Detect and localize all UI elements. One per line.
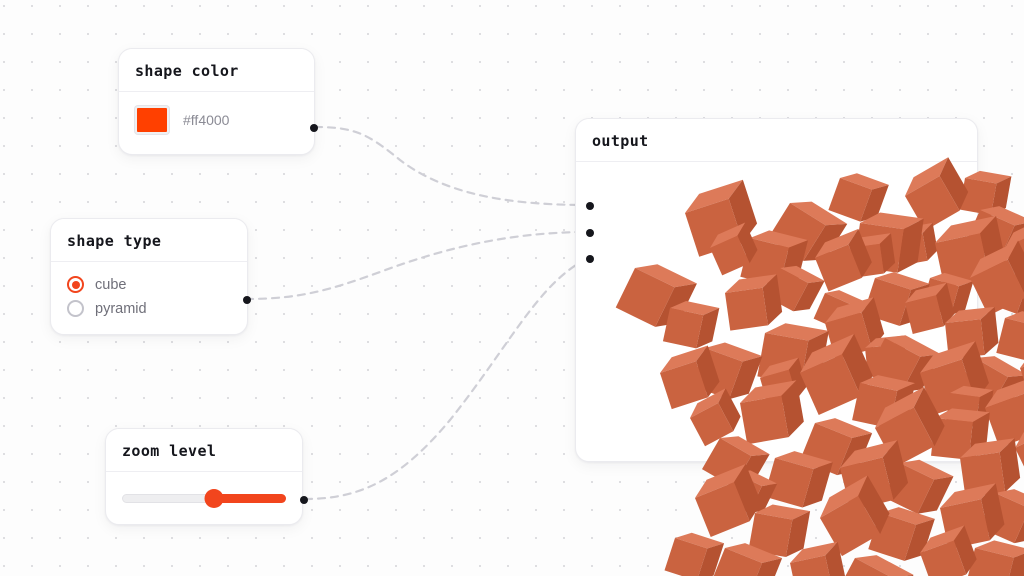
radio-pyramid-icon[interactable]	[67, 300, 84, 317]
color-swatch-row[interactable]: #ff4000	[135, 106, 298, 134]
node-zoom-level-header: zoom level	[106, 429, 302, 472]
radio-option-pyramid[interactable]: pyramid	[67, 300, 231, 317]
node-shape-type[interactable]: shape type cube pyramid	[50, 218, 251, 335]
port-zoom-level-output[interactable]	[300, 496, 308, 504]
node-output-title: output	[592, 132, 649, 150]
node-zoom-level-body	[106, 472, 302, 522]
node-shape-type-header: shape type	[51, 219, 247, 262]
node-output-body	[576, 162, 977, 460]
color-swatch[interactable]	[135, 106, 169, 134]
node-shape-type-body: cube pyramid	[51, 262, 247, 333]
node-shape-color-body: #ff4000	[119, 92, 314, 150]
port-output-input-2[interactable]	[586, 229, 594, 237]
slider-fill	[213, 494, 286, 503]
radio-pyramid-label: pyramid	[95, 300, 147, 317]
node-shape-color[interactable]: shape color #ff4000	[118, 48, 318, 155]
slider-thumb[interactable]	[204, 489, 224, 508]
node-output[interactable]: output	[575, 118, 978, 462]
node-shape-color-header: shape color	[119, 49, 314, 92]
node-shape-type-title: shape type	[67, 232, 162, 250]
node-output-header: output	[576, 119, 977, 162]
color-value-label: #ff4000	[183, 112, 230, 128]
zoom-level-slider[interactable]	[122, 489, 286, 508]
port-output-input-1[interactable]	[586, 202, 594, 210]
radio-option-cube[interactable]: cube	[67, 276, 231, 293]
node-editor-canvas[interactable]: shape color #ff4000 shape type cube pyra…	[0, 0, 1024, 576]
node-zoom-level[interactable]: zoom level	[105, 428, 308, 525]
radio-cube-icon[interactable]	[67, 276, 84, 293]
radio-cube-label: cube	[95, 276, 127, 293]
node-shape-color-title: shape color	[135, 62, 239, 80]
port-shape-color-output[interactable]	[310, 124, 318, 132]
port-shape-type-output[interactable]	[243, 296, 251, 304]
node-zoom-level-title: zoom level	[122, 442, 217, 460]
port-output-input-3[interactable]	[586, 255, 594, 263]
